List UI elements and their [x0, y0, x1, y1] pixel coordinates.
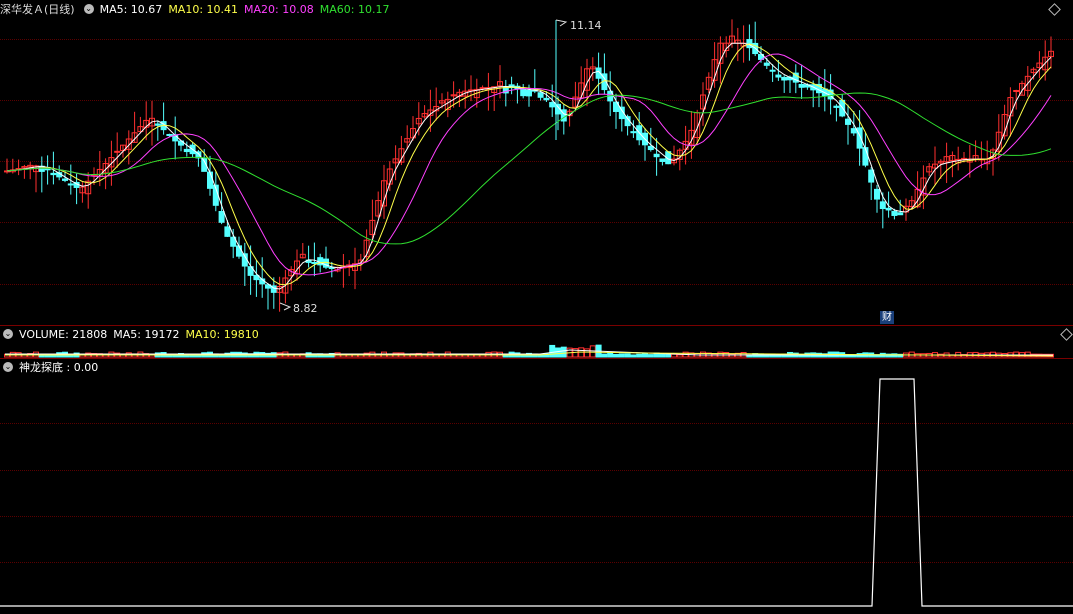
volume-bar	[555, 347, 561, 358]
candle-body	[659, 158, 666, 162]
candle-body	[850, 128, 857, 134]
candle-body	[653, 153, 660, 158]
high-marker-arrow	[555, 19, 568, 27]
candle-body	[845, 118, 851, 125]
candle-body	[183, 148, 190, 153]
candle-body	[874, 188, 880, 200]
candle-body	[897, 212, 904, 216]
volume-bar	[624, 353, 631, 358]
low-marker-arrow	[279, 302, 292, 311]
volume-bar	[613, 353, 619, 358]
candle-body	[526, 89, 532, 97]
candle-body	[891, 210, 898, 216]
candle-body	[763, 62, 770, 66]
candle-body	[218, 211, 225, 223]
candle-body	[781, 76, 788, 81]
candle-body	[549, 102, 556, 108]
candle-body	[154, 123, 161, 126]
candle-body	[798, 83, 805, 88]
indicator-line	[0, 378, 1073, 607]
volume-bar	[665, 353, 672, 358]
volume-bar	[618, 353, 625, 358]
chart-canvas	[0, 19, 1073, 607]
volume-bar	[584, 348, 590, 358]
candle-body	[537, 92, 544, 98]
candle-body	[62, 178, 68, 181]
low-price-label: 8.82	[293, 302, 318, 315]
candle-body	[479, 87, 486, 90]
candle-body	[862, 147, 869, 166]
volume-bar	[601, 353, 608, 358]
volume-bar	[630, 354, 637, 358]
candle-body	[114, 150, 121, 153]
volume-bar	[636, 353, 643, 358]
volume-bar	[560, 346, 567, 358]
candle-body	[207, 171, 213, 189]
candle-body	[769, 69, 776, 72]
volume-bar	[659, 353, 666, 358]
volume-bar	[549, 344, 556, 358]
high-price-label: 11.14	[570, 19, 602, 32]
candle-body	[868, 169, 875, 183]
candle-body	[50, 172, 57, 176]
candle-body	[879, 201, 886, 210]
candle-body	[67, 183, 74, 186]
candle-body	[236, 245, 242, 257]
candle-body	[520, 88, 527, 97]
candle-body	[166, 133, 173, 136]
candle-body	[647, 145, 654, 151]
ma5-line	[6, 42, 1052, 290]
candle-body	[833, 105, 840, 108]
candle-body	[311, 262, 318, 265]
volume-bar	[642, 352, 648, 358]
candle-body	[224, 226, 231, 237]
volume-bar	[676, 354, 683, 358]
volume-bar	[607, 351, 614, 358]
candle-body	[885, 207, 892, 211]
candle-body	[543, 97, 550, 101]
volume-bar	[671, 353, 677, 358]
candle-body	[1013, 90, 1020, 93]
candle-body	[775, 74, 782, 78]
candle-body	[630, 131, 637, 134]
finance-badge[interactable]: 财	[880, 311, 894, 324]
volume-bar	[647, 354, 654, 358]
ma10-line	[6, 43, 1052, 286]
